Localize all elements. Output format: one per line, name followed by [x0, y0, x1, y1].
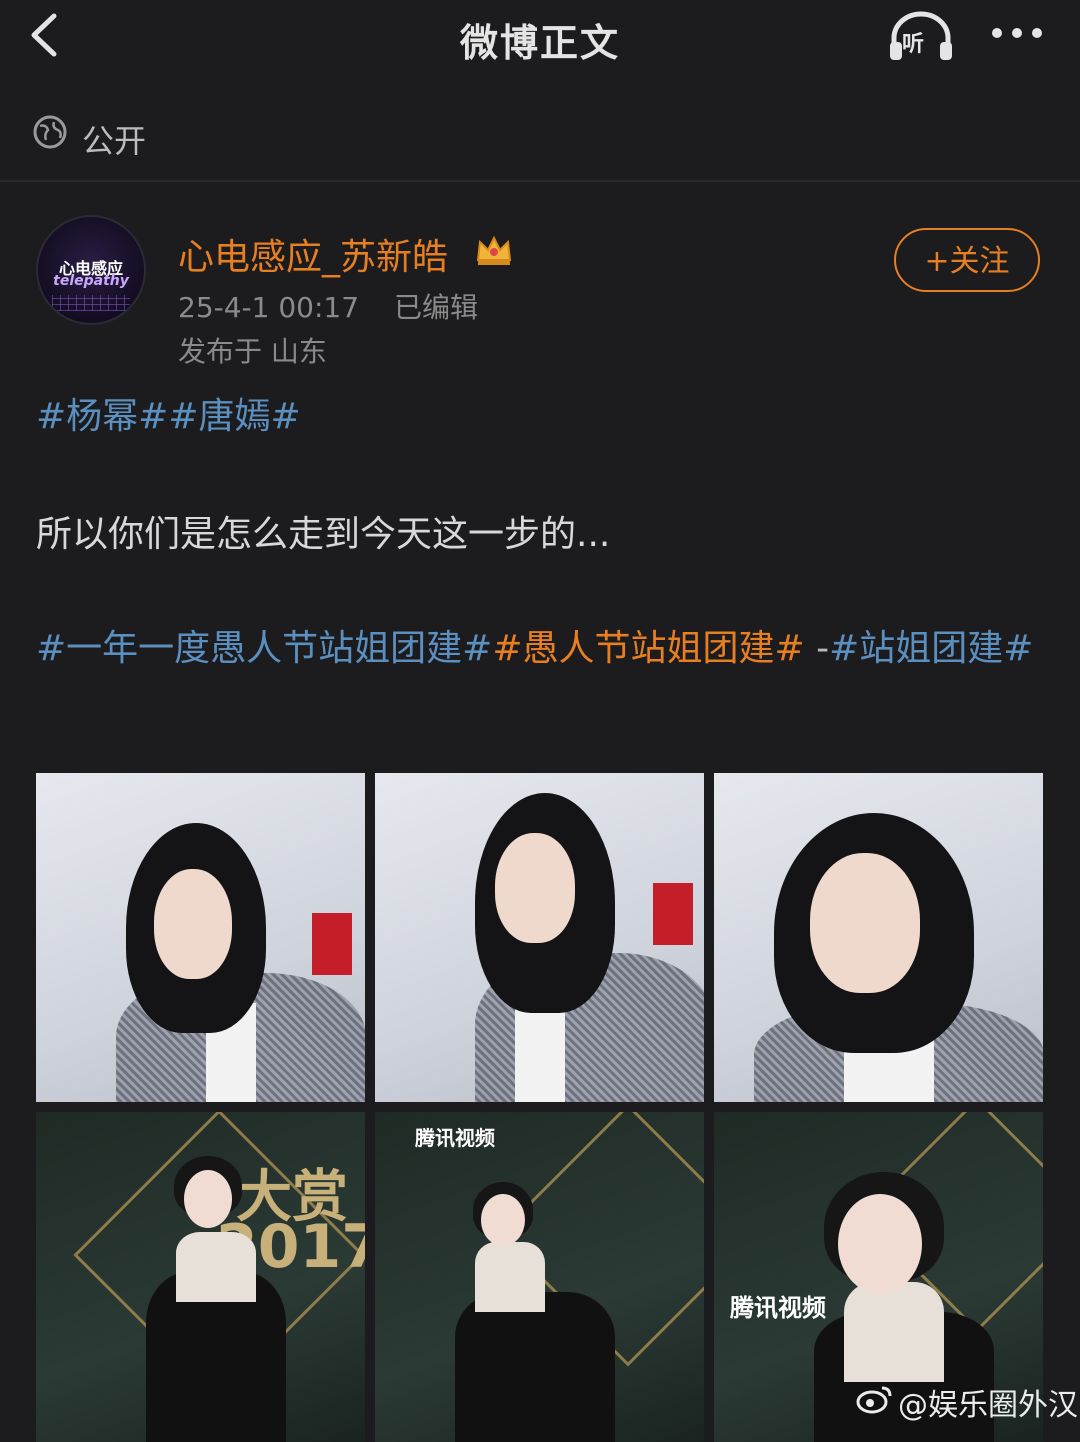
sponsor-text: 腾讯视频	[415, 1126, 495, 1150]
blouse-shape	[176, 1232, 256, 1302]
face-shape	[481, 1194, 525, 1246]
blouse-shape	[844, 1282, 944, 1382]
edited-label: 已编辑	[393, 291, 478, 324]
watermark-text: @娱乐圈外汉	[898, 1388, 1078, 1423]
photo-1[interactable]	[36, 773, 365, 1102]
post-body: 所以你们是怎么走到今天这一步的...	[36, 514, 611, 555]
hashtag-link[interactable]: #一年一度愚人节站姐团建#	[36, 628, 492, 669]
separator: -	[804, 628, 830, 669]
hashtag-link[interactable]: #愚人节站姐团建#	[492, 628, 804, 669]
brand-logo	[653, 883, 693, 945]
photo-3[interactable]	[714, 773, 1043, 1102]
author-name[interactable]: 心电感应_苏新皓	[178, 228, 448, 280]
weibo-logo-icon	[856, 1386, 892, 1414]
visibility-row: 公开	[0, 92, 1080, 182]
location: 发布于 山东	[178, 335, 327, 368]
sponsor-text: 腾讯视频	[730, 1294, 826, 1322]
face-shape	[495, 833, 575, 943]
photo-5[interactable]: 腾讯视频	[375, 1112, 704, 1442]
brand-logo	[312, 913, 352, 975]
more-options-button[interactable]	[986, 14, 1048, 50]
timestamp: 25-4-1 00:17	[178, 291, 360, 324]
globe-icon	[33, 115, 67, 149]
avatar-text-bottom: telepathy	[53, 273, 129, 289]
dress-shape	[455, 1292, 615, 1442]
face-shape	[184, 1170, 232, 1228]
photo-2[interactable]	[375, 773, 704, 1102]
face-shape	[154, 869, 232, 979]
follow-button[interactable]: +关注	[894, 228, 1040, 292]
hashtags-top[interactable]: #杨幂##唐嫣#	[36, 388, 301, 446]
more-dot-icon	[992, 28, 1002, 38]
top-bar: 微博正文 听	[0, 0, 1080, 80]
post-meta: 25-4-1 00:17 已编辑	[178, 286, 504, 326]
more-dot-icon	[1012, 28, 1022, 38]
avatar-grid-decoration	[52, 295, 130, 311]
vip-crown-icon	[476, 235, 512, 265]
listen-label: 听	[902, 32, 925, 57]
hashtags-bottom: #一年一度愚人节站姐团建##愚人节站姐团建# -#站姐团建#	[36, 620, 1046, 678]
face-shape	[838, 1194, 922, 1294]
more-dot-icon	[1032, 28, 1042, 38]
photo-4[interactable]: 大赏 2017	[36, 1112, 365, 1442]
hashtag-link[interactable]: #站姐团建#	[829, 628, 1033, 669]
listen-button[interactable]: 听	[888, 10, 954, 62]
avatar[interactable]: 心电感应 telepathy	[36, 215, 146, 325]
blouse-shape	[475, 1242, 545, 1312]
face-shape	[810, 853, 920, 993]
visibility-label: 公开	[82, 122, 147, 160]
